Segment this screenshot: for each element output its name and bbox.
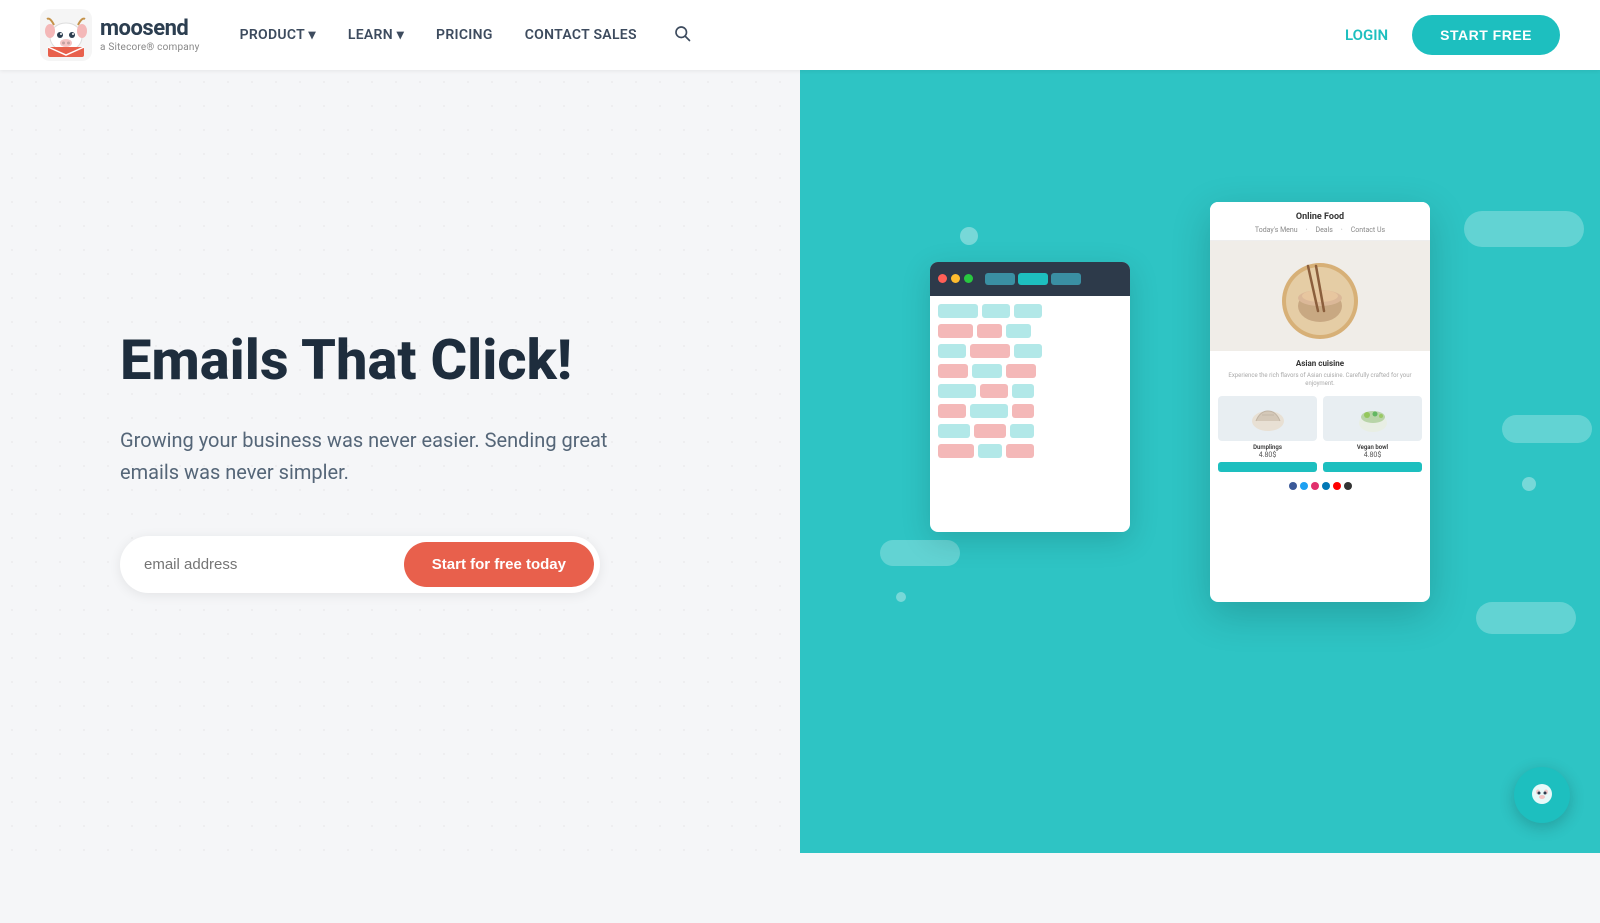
email-input[interactable] [144,556,404,573]
social-facebook [1289,482,1297,490]
decorative-dot-3 [960,227,978,245]
builder-cell [938,444,974,458]
decorative-pill-2 [1502,415,1592,443]
builder-cell [938,304,978,318]
nav-links: PRODUCT ▾ LEARN ▾ PRICING CONTACT SALES [240,24,1345,47]
chat-icon [1528,781,1556,809]
product-2-order-btn [1323,462,1422,472]
product-2: Vegan bowl 4.80$ [1323,396,1422,478]
preview-header: Online Food Today's Menu · Deals · Conta… [1210,202,1430,241]
logo-tagline: a Sitecore® company [100,42,200,53]
preview-hero-image [1210,241,1430,351]
product-1-price: 4.80$ [1218,451,1317,459]
nav-pricing[interactable]: PRICING [436,27,493,43]
builder-header [930,262,1130,296]
nav-product[interactable]: PRODUCT ▾ [240,27,316,43]
product-1-name: Dumplings [1218,444,1317,451]
builder-cell [978,444,1002,458]
window-min-btn [951,274,960,283]
social-linkedin [1322,482,1330,490]
login-link[interactable]: LOGIN [1345,26,1388,44]
builder-tabs [985,273,1081,285]
social-instagram [1311,482,1319,490]
preview-nav-item-3: Contact Us [1351,226,1385,234]
decorative-pill-4 [880,540,960,566]
social-youtube [1333,482,1341,490]
builder-cell [938,364,968,378]
builder-cell [980,384,1008,398]
logo[interactable]: moosend a Sitecore® company [40,9,200,61]
cta-button[interactable]: Start for free today [404,542,594,587]
nav-learn[interactable]: LEARN ▾ [348,27,404,43]
search-icon[interactable] [673,24,691,47]
product-2-image [1323,396,1422,441]
builder-body [930,296,1130,472]
product-1-order-btn [1218,462,1317,472]
dumpling-icon [1248,401,1288,436]
navbar: moosend a Sitecore® company PRODUCT ▾ LE… [0,0,1600,70]
preview-body: Asian cuisine Experience the rich flavor… [1210,351,1430,499]
mockup-container: Online Food Today's Menu · Deals · Conta… [990,202,1410,702]
builder-cell [972,364,1002,378]
email-signup-form: Start for free today [120,536,600,593]
builder-tab-2 [1018,273,1048,285]
builder-cell [977,324,1002,338]
builder-cell [1006,324,1031,338]
builder-cell [938,344,966,358]
email-preview-mockup: Online Food Today's Menu · Deals · Conta… [1210,202,1430,602]
product-2-name: Vegan bowl [1323,444,1422,451]
builder-cell [938,404,966,418]
nav-contact-sales[interactable]: CONTACT SALES [525,27,637,43]
logo-text: moosend a Sitecore® company [100,17,200,52]
preview-nav: Today's Menu · Deals · Contact Us [1220,226,1420,234]
builder-tab-1 [985,273,1015,285]
preview-food-caption: Asian cuisine [1218,359,1422,368]
builder-cell [1006,444,1034,458]
builder-cell [938,324,973,338]
builder-cell [938,384,976,398]
preview-products: Dumplings 4.80$ [1218,396,1422,478]
builder-cell [1012,404,1034,418]
start-free-button[interactable]: START FREE [1412,15,1560,55]
food-illustration [1260,246,1380,346]
hero-title: Emails That Click! [120,330,720,392]
builder-cell [974,424,1006,438]
builder-cell [1014,344,1042,358]
hero-section: Emails That Click! Growing your business… [0,70,1600,853]
hero-left: Emails That Click! Growing your business… [0,70,800,853]
builder-cell [1012,384,1034,398]
logo-name: moosend [100,17,200,41]
chat-bubble-button[interactable] [1514,767,1570,823]
product-1-image [1218,396,1317,441]
preview-social-icons [1218,482,1422,490]
decorative-pill-3 [1476,602,1576,634]
preview-nav-item-2: Deals [1315,226,1332,234]
builder-cell [970,344,1010,358]
hero-subtitle: Growing your business was never easier. … [120,424,620,488]
window-close-btn [938,274,947,283]
social-other [1344,482,1352,490]
builder-cell [1010,424,1034,438]
decorative-pill-1 [1464,211,1584,247]
social-twitter [1300,482,1308,490]
builder-cell [1014,304,1042,318]
builder-tab-3 [1051,273,1081,285]
vegan-bowl-icon [1353,401,1393,436]
email-builder-mockup [930,262,1130,532]
preview-nav-item-1: Today's Menu [1255,226,1298,234]
hero-right: Online Food Today's Menu · Deals · Conta… [800,70,1600,853]
product-1: Dumplings 4.80$ [1218,396,1317,478]
builder-cell [1006,364,1036,378]
builder-cell [982,304,1010,318]
window-max-btn [964,274,973,283]
preview-food-desc: Experience the rich flavors of Asian cui… [1218,372,1422,389]
builder-cell [970,404,1008,418]
builder-cell [938,424,970,438]
preview-title: Online Food [1220,212,1420,222]
logo-icon [40,9,92,61]
product-2-price: 4.80$ [1323,451,1422,459]
nav-right: LOGIN START FREE [1345,15,1560,55]
